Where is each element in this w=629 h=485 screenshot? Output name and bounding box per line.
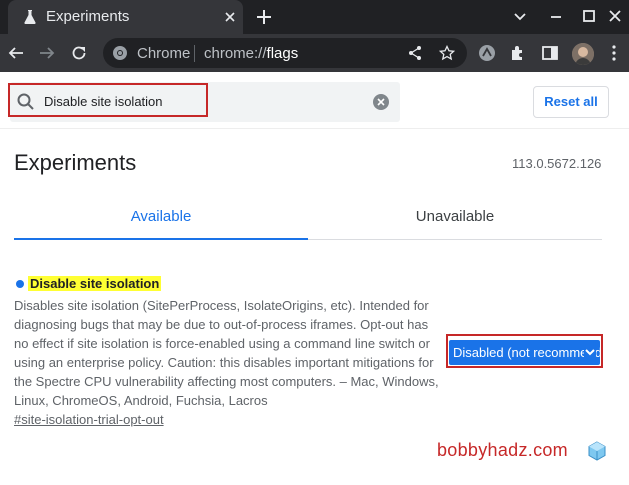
puzzle-extensions-icon[interactable] (509, 44, 527, 62)
flag-name: Disable site isolation (28, 276, 162, 291)
forward-arrow-icon[interactable] (38, 44, 56, 62)
url-host: flags (266, 45, 299, 62)
chevron-down-icon[interactable] (510, 6, 530, 26)
browser-tab-experiments[interactable]: Experiments (8, 0, 243, 34)
extension-badge-icon[interactable] (478, 44, 496, 62)
cube-logo-icon (588, 441, 606, 461)
star-icon[interactable] (439, 45, 455, 61)
active-tab-indicator (14, 238, 308, 240)
close-icon[interactable] (222, 9, 238, 25)
flag-modified-dot (16, 280, 24, 288)
tab-strip: Experiments (0, 0, 629, 34)
share-icon[interactable] (407, 45, 423, 61)
omnibox-url: chrome://flags (204, 45, 298, 62)
watermark-text: bobbyhadz.com (437, 440, 568, 460)
profile-avatar[interactable] (572, 43, 594, 65)
tab-unavailable[interactable]: Unavailable (308, 208, 602, 225)
version-label: 113.0.5672.126 (512, 156, 602, 171)
clear-search-icon[interactable] (372, 93, 390, 111)
flask-icon (24, 10, 36, 24)
new-tab-plus-icon[interactable] (255, 8, 273, 26)
maximize-icon[interactable] (579, 6, 599, 26)
kebab-menu-icon[interactable] (605, 44, 623, 62)
browser-toolbar: Chrome chrome://flags (0, 34, 629, 72)
search-input[interactable]: Disable site isolation (44, 94, 163, 109)
omnibox-separator (194, 45, 195, 62)
flag-state-value: Disabled (not recommended) (453, 345, 600, 360)
minimize-icon[interactable] (546, 6, 566, 26)
tab-title: Experiments (46, 8, 130, 25)
omnibox-site-label: Chrome (137, 45, 191, 62)
tab-available[interactable]: Available (14, 208, 308, 225)
header-divider (0, 128, 629, 129)
chrome-icon (113, 46, 127, 60)
page-title: Experiments (14, 150, 137, 175)
flag-description: Disables site isolation (SitePerProcess,… (14, 298, 439, 408)
flag-state-select[interactable]: Disabled (not recommended) (449, 340, 600, 365)
window-close-icon[interactable] (605, 6, 625, 26)
chevron-down-icon (584, 346, 596, 358)
back-arrow-icon[interactable] (7, 44, 25, 62)
reload-icon[interactable] (70, 44, 88, 62)
url-scheme: chrome:// (204, 45, 267, 62)
side-panel-icon[interactable] (541, 44, 559, 62)
address-bar[interactable]: Chrome chrome://flags (103, 38, 467, 68)
search-icon (17, 93, 34, 110)
reset-all-button[interactable]: Reset all (533, 86, 609, 118)
flag-permalink[interactable]: #site-isolation-trial-opt-out (14, 412, 164, 427)
avatar-photo-icon (572, 43, 594, 65)
